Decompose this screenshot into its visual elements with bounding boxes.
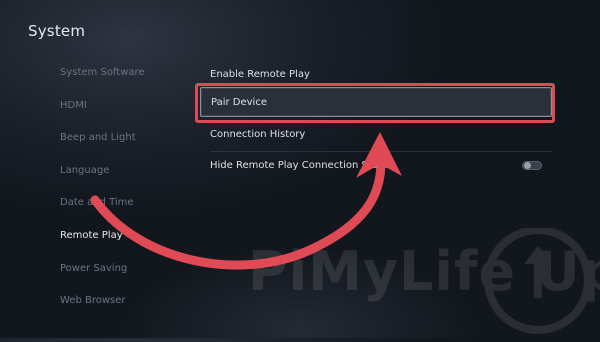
sidebar-item-beep-and-light[interactable]: Beep and Light — [60, 125, 200, 158]
sidebar-item-date-and-time[interactable]: Date and Time — [60, 190, 200, 223]
sidebar-item-power-saving[interactable]: Power Saving — [60, 256, 200, 289]
sidebar-item-hdmi[interactable]: HDMI — [60, 93, 200, 126]
page-title: System — [28, 22, 86, 40]
watermark: PiMyLife Up — [248, 226, 600, 338]
toggle-knob — [524, 162, 531, 169]
enable-remote-play-item[interactable]: Enable Remote Play — [200, 60, 552, 90]
connection-history-item[interactable]: Connection History — [200, 120, 552, 150]
pair-device-item[interactable]: Pair Device — [200, 87, 552, 117]
connection-status-toggle[interactable] — [522, 161, 542, 170]
sidebar: System Software HDMI Beep and Light Lang… — [60, 60, 200, 321]
watermark-text: PiMyLife Up — [248, 240, 600, 303]
sidebar-item-system-software[interactable]: System Software — [60, 60, 200, 93]
sidebar-item-language[interactable]: Language — [60, 158, 200, 191]
sidebar-item-web-browser[interactable]: Web Browser — [60, 288, 200, 321]
hide-remote-play-connection-status-item[interactable]: Hide Remote Play Connection Status — [200, 151, 552, 181]
sidebar-item-remote-play[interactable]: Remote Play — [60, 223, 200, 256]
